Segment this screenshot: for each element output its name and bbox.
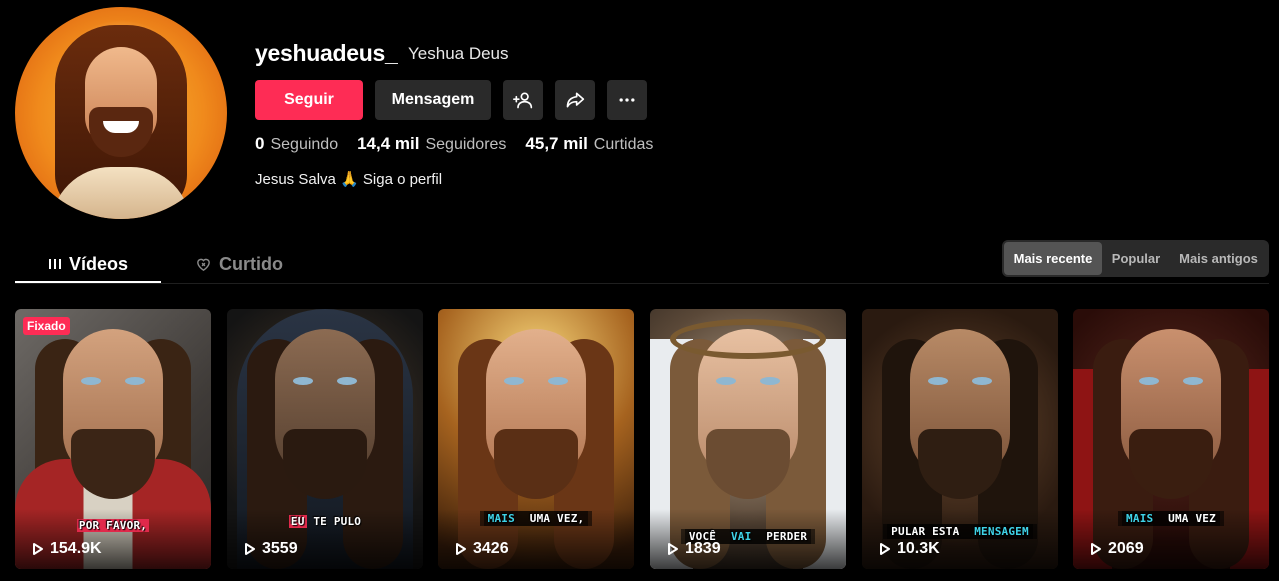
video-card[interactable]: MAIS UMA VEZ 2069	[1073, 309, 1269, 569]
tab-liked[interactable]: Curtido	[195, 245, 283, 283]
stat-followers-label: Seguidores	[425, 136, 507, 153]
sort-segmented-control: Mais recente Popular Mais antigos	[1002, 240, 1269, 277]
heart-outline-icon	[197, 258, 210, 271]
play-count: 154.9K	[32, 540, 102, 558]
tabs-divider	[15, 283, 1269, 284]
stat-likes-value: 45,7 mil	[525, 134, 588, 153]
play-count: 2069	[1090, 540, 1144, 558]
play-count-value: 154.9K	[50, 540, 102, 557]
play-count-value: 3426	[473, 540, 509, 557]
play-outline-icon	[456, 543, 466, 555]
more-options-button[interactable]	[607, 80, 647, 120]
person-plus-icon	[513, 92, 533, 109]
profile-tabs: Vídeos Curtido	[15, 245, 283, 283]
tab-videos-label: Vídeos	[68, 253, 129, 274]
play-outline-icon	[668, 543, 678, 555]
sort-option-oldest[interactable]: Mais antigos	[1170, 242, 1267, 275]
play-outline-icon	[880, 543, 890, 555]
pinned-badge: Fixado	[23, 317, 70, 335]
play-outline-icon	[245, 543, 255, 555]
play-count-value: 1839	[685, 540, 721, 557]
video-card[interactable]: VOCÊ VAI PERDER 1839	[650, 309, 846, 569]
stat-followers[interactable]: 14,4 mil Seguidores	[357, 134, 506, 154]
stat-likes-label: Curtidas	[593, 136, 654, 153]
tab-videos[interactable]: Vídeos	[15, 245, 161, 283]
play-count-value: 10.3K	[897, 540, 940, 557]
video-caption: PULAR ESTA MENSAGEM	[862, 524, 1058, 539]
tab-liked-label: Curtido	[219, 253, 283, 274]
play-count-value: 2069	[1108, 540, 1144, 557]
video-card[interactable]: Fixado POR FAVOR, 154.9K	[15, 309, 211, 569]
stat-followers-value: 14,4 mil	[357, 134, 420, 153]
profile-bio: Jesus Salva 🙏 Siga o perfil	[255, 171, 443, 188]
play-outline-icon	[33, 543, 43, 555]
play-outline-icon	[1091, 543, 1101, 555]
sort-option-popular[interactable]: Popular	[1102, 242, 1170, 275]
stat-following-label: Seguindo	[270, 136, 339, 153]
video-caption: MAIS UMA VEZ	[1073, 511, 1269, 526]
video-card[interactable]: MAIS UMA VEZ, 3426	[438, 309, 634, 569]
share-arrow-icon	[566, 92, 585, 108]
play-count: 1839	[667, 540, 721, 558]
stat-likes: 45,7 mil Curtidas	[525, 134, 653, 154]
profile-avatar[interactable]	[15, 7, 227, 219]
profile-display-name: Yeshua Deus	[408, 44, 509, 63]
sort-option-recent[interactable]: Mais recente	[1004, 242, 1102, 275]
video-caption: MAIS UMA VEZ,	[438, 511, 634, 526]
stat-following-value: 0	[255, 134, 265, 153]
play-count: 3559	[244, 540, 298, 558]
add-friend-button[interactable]	[503, 80, 543, 120]
stat-following[interactable]: 0 Seguindo	[255, 134, 338, 154]
video-caption: POR FAVOR,	[76, 519, 150, 532]
play-count: 3426	[455, 540, 509, 558]
video-card[interactable]: EU TE PULO 3559	[227, 309, 423, 569]
video-caption: EU TE PULO	[288, 515, 362, 528]
more-horizontal-icon	[619, 98, 635, 102]
play-count: 10.3K	[879, 540, 940, 558]
video-grid: Fixado POR FAVOR, 154.9K EU TE PULO 3559	[15, 309, 1269, 569]
share-button[interactable]	[555, 80, 595, 120]
profile-username: yeshuadeus_	[255, 40, 398, 66]
message-button[interactable]: Mensagem	[375, 80, 491, 120]
video-card[interactable]: PULAR ESTA MENSAGEM 10.3K	[862, 309, 1058, 569]
grid-lines-icon	[48, 259, 61, 269]
profile-stats: 0 Seguindo 14,4 mil Seguidores 45,7 mil …	[255, 134, 672, 154]
follow-button[interactable]: Seguir	[255, 80, 363, 120]
play-count-value: 3559	[262, 540, 298, 557]
